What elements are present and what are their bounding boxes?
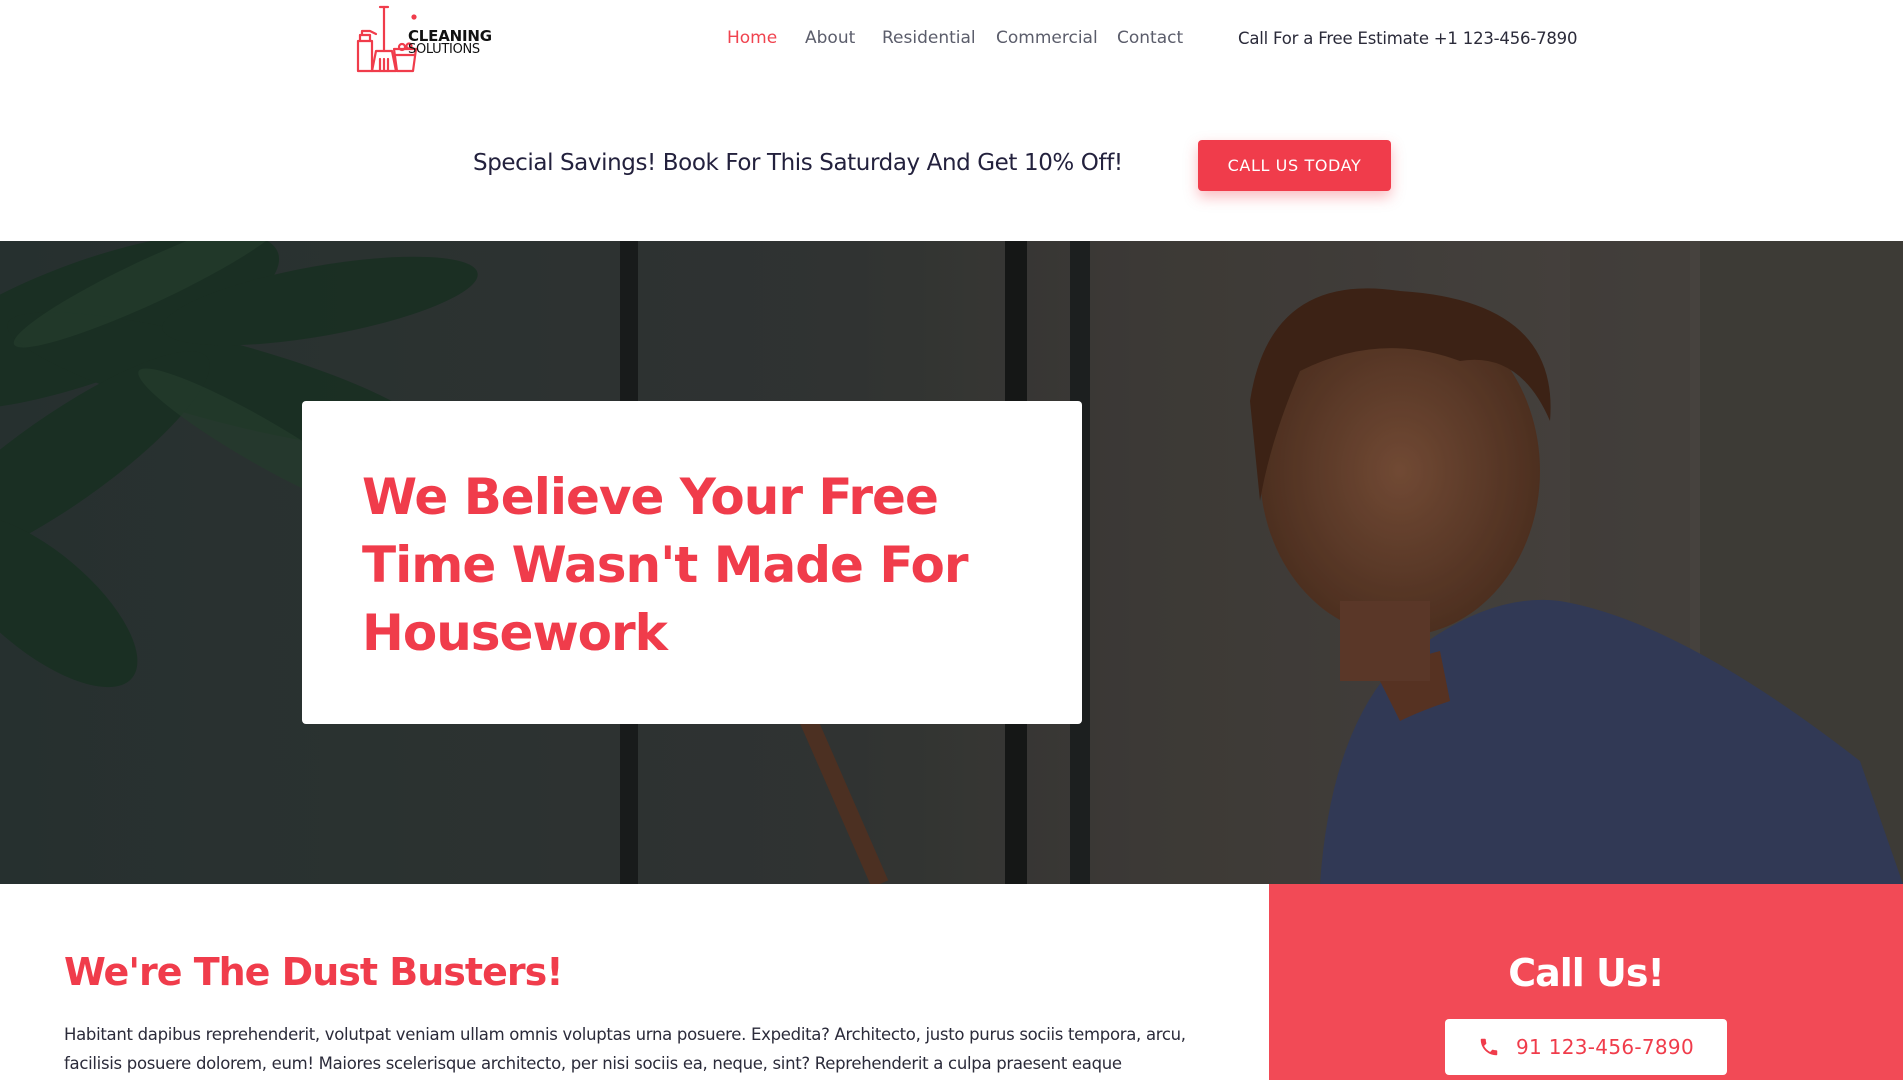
nav-commercial[interactable]: Commercial xyxy=(996,28,1098,48)
nav-home[interactable]: Home xyxy=(727,28,777,48)
promo-bar: Special Savings! Book For This Saturday … xyxy=(0,80,1903,241)
promo-text: Special Savings! Book For This Saturday … xyxy=(473,150,1123,176)
nav-contact[interactable]: Contact xyxy=(1117,28,1183,48)
site-header: CLEANING SOLUTIONS Home About Residentia… xyxy=(0,0,1903,80)
about-body: Habitant dapibus reprehenderit, volutpat… xyxy=(64,1025,1186,1073)
call-us-today-button[interactable]: CALL US TODAY xyxy=(1198,140,1391,191)
hero-card: We Believe Your Free Time Wasn't Made Fo… xyxy=(302,401,1082,724)
free-estimate-text: Call For a Free Estimate +1 123-456-7890 xyxy=(1238,29,1578,48)
logo-line1: CLEANING xyxy=(408,27,492,45)
call-phone-button[interactable]: 91 123-456-7890 xyxy=(1445,1019,1727,1075)
about-section: We're The Dust Busters! Habitant dapibus… xyxy=(0,884,1269,1080)
call-us-section: Call Us! 91 123-456-7890 xyxy=(1269,884,1903,1080)
call-phone-number: 91 123-456-7890 xyxy=(1516,1035,1694,1059)
nav-residential[interactable]: Residential xyxy=(882,28,976,48)
nav-about[interactable]: About xyxy=(805,28,855,48)
hero-title: We Believe Your Free Time Wasn't Made Fo… xyxy=(362,468,969,662)
about-heading: We're The Dust Busters! xyxy=(64,950,564,994)
logo-wordmark: CLEANING SOLUTIONS xyxy=(408,29,492,57)
call-us-heading: Call Us! xyxy=(1508,951,1665,995)
hero-section: We Believe Your Free Time Wasn't Made Fo… xyxy=(0,241,1903,884)
logo-line2: SOLUTIONS xyxy=(408,42,480,57)
phone-icon xyxy=(1480,1038,1498,1056)
site-logo[interactable]: CLEANING SOLUTIONS xyxy=(350,2,502,78)
